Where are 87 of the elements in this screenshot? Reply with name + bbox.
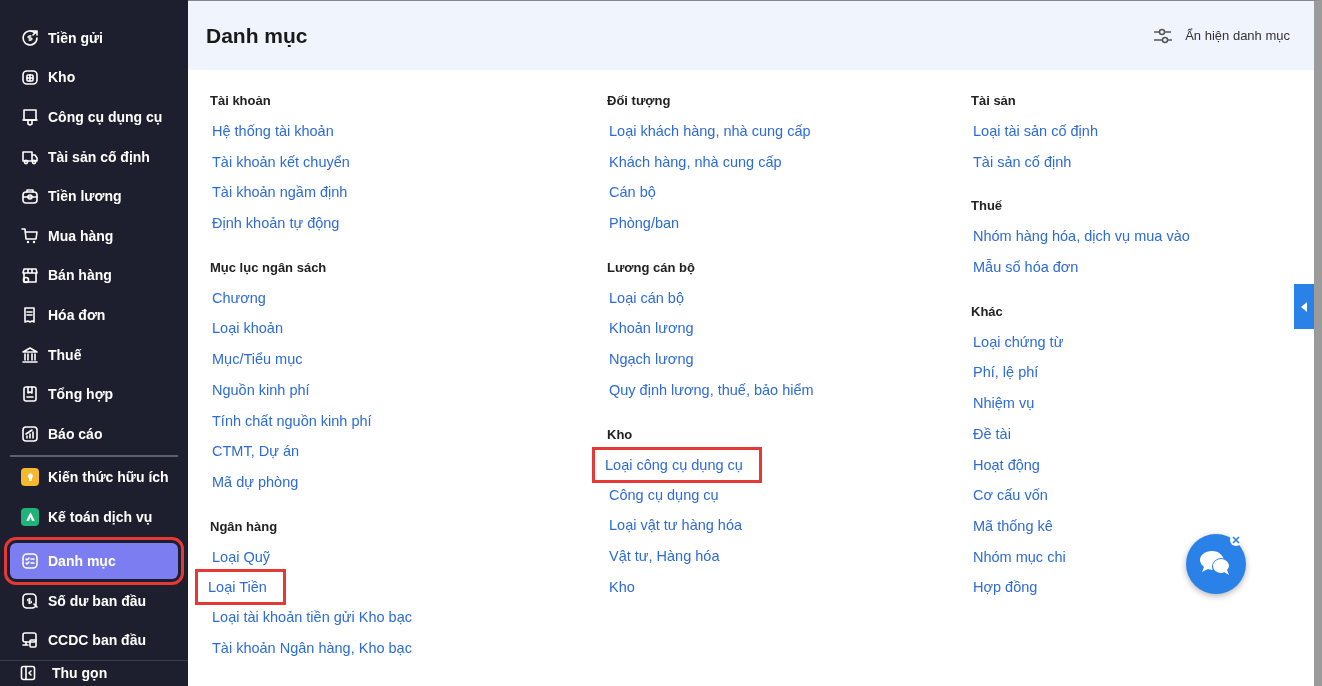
category-link[interactable]: Nhóm mục chi bbox=[971, 541, 1068, 573]
category-link[interactable]: Chương bbox=[210, 282, 268, 314]
sidebar-item[interactable]: Kho bbox=[0, 57, 178, 98]
collapse-button[interactable]: Thu gọn bbox=[0, 659, 188, 686]
sliders-icon bbox=[1153, 27, 1174, 44]
close-button[interactable] bbox=[1230, 534, 1242, 546]
category-link[interactable]: Loại vật tư hàng hóa bbox=[607, 510, 745, 541]
section-heading: Tài sản bbox=[971, 92, 1016, 110]
sidebar-item[interactable]: Báo cáo bbox=[0, 413, 178, 454]
category-link[interactable]: Cán bộ bbox=[607, 177, 658, 209]
sidebar-item[interactable]: CCDC ban đầu bbox=[0, 620, 178, 660]
category-link[interactable]: Công cụ dụng cụ bbox=[607, 479, 721, 511]
sidebar-item[interactable]: Hóa đơn bbox=[0, 295, 178, 335]
category-link[interactable]: Quy định lương, thuế, bảo hiểm bbox=[607, 374, 816, 406]
category-link[interactable]: Đề tài bbox=[971, 418, 1013, 450]
category-link[interactable]: Vật tư, Hàng hóa bbox=[607, 540, 722, 572]
sidebar-item[interactable]: Tiền gửi bbox=[0, 18, 178, 58]
category-link[interactable]: Tài sản cố định bbox=[971, 146, 1074, 178]
side-panel-tab[interactable] bbox=[1294, 284, 1314, 329]
category-link[interactable]: Ngạch lương bbox=[607, 344, 696, 375]
page-title: Danh mục bbox=[206, 23, 308, 48]
sidebar-item[interactable]: Tài sản cố định bbox=[0, 136, 178, 177]
category-link[interactable]: Nguồn kinh phí bbox=[210, 374, 312, 406]
sidebar-item[interactable]: Kế toán dịch vụ bbox=[0, 497, 178, 537]
chat-button[interactable] bbox=[1186, 534, 1246, 594]
category-link[interactable]: CTMT, Dự án bbox=[210, 436, 302, 467]
section-heading: Ngân hàng bbox=[210, 517, 278, 536]
sidebar-item[interactable]: Số dư ban đầu bbox=[0, 580, 178, 621]
category-link[interactable]: Loại khoản bbox=[210, 313, 285, 345]
category-link[interactable]: Hợp đồng bbox=[971, 572, 1040, 603]
sidebar-item[interactable]: Thuế bbox=[0, 334, 178, 375]
category-link[interactable]: Mã thống kê bbox=[971, 510, 1055, 542]
shop-icon bbox=[21, 266, 39, 285]
category-link[interactable]: Tính chất nguồn kinh phí bbox=[210, 405, 374, 437]
category-link[interactable]: Định khoản tự động bbox=[210, 208, 342, 239]
toggle-categories-button[interactable]: Ẩn hiện danh mục bbox=[1147, 26, 1296, 45]
close-icon bbox=[1232, 536, 1240, 544]
category-link[interactable]: Loại tài sản cố định bbox=[971, 116, 1100, 147]
chart-icon bbox=[21, 424, 39, 443]
section-heading: Khác bbox=[971, 302, 1003, 321]
money-icon bbox=[21, 591, 39, 610]
category-link[interactable]: Loại Tiền bbox=[198, 572, 283, 603]
coin-icon bbox=[21, 28, 39, 47]
category-link[interactable]: Phòng/ban bbox=[607, 208, 682, 239]
category-link[interactable]: Khách hàng, nhà cung cấp bbox=[607, 146, 784, 178]
bank-icon bbox=[21, 345, 39, 364]
category-link[interactable]: Tài khoản kết chuyển bbox=[210, 146, 352, 178]
category-link[interactable]: Cơ cấu vốn bbox=[971, 480, 1050, 511]
category-link[interactable]: Tài khoản Ngân hàng, Kho bạc bbox=[210, 632, 414, 664]
cart-icon bbox=[21, 226, 39, 245]
sidebar-item[interactable]: Mua hàng bbox=[0, 215, 178, 256]
book-icon bbox=[21, 385, 39, 404]
bag-icon bbox=[21, 187, 39, 206]
box-icon bbox=[21, 68, 39, 87]
category-link[interactable]: Loại khách hàng, nhà cung cấp bbox=[607, 116, 813, 147]
category-link[interactable]: Loại cán bộ bbox=[607, 282, 686, 314]
tool-icon bbox=[21, 108, 39, 126]
category-link[interactable]: Hoạt động bbox=[971, 449, 1042, 481]
category-link[interactable]: Hệ thống tài khoản bbox=[210, 116, 336, 147]
category-link[interactable]: Tài khoản ngầm định bbox=[210, 177, 350, 209]
category-link[interactable]: Mã dự phòng bbox=[210, 466, 301, 498]
category-link[interactable]: Phí, lệ phí bbox=[971, 357, 1041, 389]
sidebar-item[interactable]: Tổng hợp bbox=[0, 374, 178, 414]
caret-icon bbox=[1301, 301, 1307, 312]
sidebar-item[interactable]: Công cụ dụng cụ bbox=[0, 97, 178, 137]
category-link[interactable]: Kho bbox=[607, 571, 637, 603]
category-link[interactable]: Loại công cụ dụng cụ bbox=[595, 449, 759, 480]
section-heading: Lương cán bộ bbox=[607, 258, 695, 277]
section-heading: Tài khoản bbox=[210, 92, 271, 110]
category-link[interactable]: Nhiệm vụ bbox=[971, 388, 1037, 419]
category-link[interactable]: Mục/Tiểu mục bbox=[210, 344, 305, 375]
devices-icon bbox=[21, 631, 39, 650]
category-link[interactable]: Loại tài khoản tiền gửi Kho bạc bbox=[210, 602, 414, 633]
list-icon bbox=[21, 551, 39, 570]
sidebar-item[interactable]: Kiến thức hữu ích bbox=[0, 457, 178, 498]
category-link[interactable]: Nhóm hàng hóa, dịch vụ mua vào bbox=[971, 221, 1192, 253]
section-heading: Kho bbox=[607, 425, 633, 444]
category-link[interactable]: Loại Quỹ bbox=[210, 541, 273, 573]
sidebar-item[interactable]: Bán hàng bbox=[0, 255, 178, 296]
section-heading: Mục lục ngân sách bbox=[210, 258, 327, 277]
sidebar-item[interactable]: Tiền lương bbox=[0, 176, 178, 216]
section-heading: Thuế bbox=[971, 197, 1003, 216]
sidebar-collapse-icon bbox=[20, 665, 36, 682]
category-link[interactable]: Khoản lương bbox=[607, 313, 696, 345]
category-link[interactable]: Loại chứng từ bbox=[971, 326, 1066, 358]
category-link[interactable]: Mẫu số hóa đơn bbox=[971, 252, 1081, 283]
section-heading: Đối tượng bbox=[607, 92, 671, 110]
